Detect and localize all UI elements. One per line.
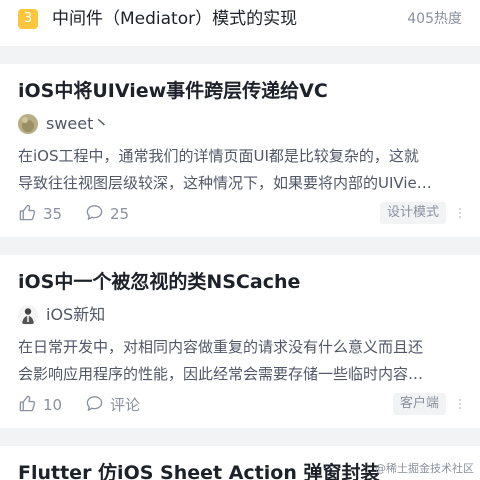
watermark: @稀土掘金技术社区 <box>375 462 474 475</box>
rank-badge: 3 <box>18 9 38 29</box>
like-button[interactable]: 10 <box>18 393 62 417</box>
like-count: 35 <box>43 205 63 223</box>
comment-count: 25 <box>110 205 130 223</box>
article-title[interactable]: iOS中一个被忽视的类NSCache <box>18 268 300 296</box>
like-button[interactable]: 35 <box>18 202 62 226</box>
more-vertical-icon[interactable] <box>456 206 464 222</box>
article-title[interactable]: iOS中将UIView事件跨层传递给VC <box>18 77 328 105</box>
article-card[interactable]: iOS中将UIView事件跨层传递给VC sweet丶 在iOS工程中，通常我们… <box>0 64 480 237</box>
avatar[interactable] <box>18 114 38 134</box>
thumbs-up-icon <box>18 203 37 226</box>
thumbs-up-icon <box>18 394 37 417</box>
like-count: 10 <box>43 396 63 414</box>
excerpt-line: 导致往往视图层级较深，这种情况下，如果要将内部的UIVie… <box>18 174 432 192</box>
excerpt-line: 会影响应用程序的性能，因此经常会需要存储一些临时内容… <box>18 365 424 383</box>
comment-bubble-icon <box>85 203 104 226</box>
comment-label: 评论 <box>110 396 141 414</box>
article-card[interactable]: iOS中一个被忽视的类NSCache iOS新知 在日常开发中，对相同内容做重复… <box>0 255 480 428</box>
comment-button[interactable]: 评论 <box>85 393 140 417</box>
article-tag[interactable]: 设计模式 <box>379 202 446 224</box>
article-actions: 10 评论 客户端 <box>18 393 464 417</box>
article-title[interactable]: Flutter 仿iOS Sheet Action 弹窗封装 <box>18 459 379 480</box>
author-info[interactable]: sweet丶 <box>18 112 109 136</box>
excerpt-line: 在日常开发中，对相同内容做重复的请求没有什么意义而且还 <box>18 338 424 356</box>
heat-count: 405热度 <box>407 11 462 27</box>
author-info[interactable]: iOS新知 <box>18 303 105 327</box>
excerpt-line: 在iOS工程中，通常我们的详情页面UI都是比较复杂的，这就 <box>18 147 419 165</box>
author-name[interactable]: sweet丶 <box>46 113 109 135</box>
comment-bubble-icon <box>85 394 104 417</box>
article-excerpt: 在日常开发中，对相同内容做重复的请求没有什么意义而且还 会影响应用程序的性能，因… <box>18 334 464 388</box>
article-actions: 35 25 设计模式 <box>18 202 464 226</box>
avatar[interactable] <box>18 305 38 325</box>
comment-button[interactable]: 25 <box>85 202 129 226</box>
article-excerpt: 在iOS工程中，通常我们的详情页面UI都是比较复杂的，这就 导致往往视图层级较深… <box>18 143 464 197</box>
ranking-title[interactable]: 中间件（Mediator）模式的实现 <box>52 6 297 32</box>
author-name[interactable]: iOS新知 <box>46 304 105 326</box>
article-tag[interactable]: 客户端 <box>392 393 446 415</box>
ranking-item[interactable]: 3 中间件（Mediator）模式的实现 405热度 <box>0 0 480 46</box>
more-vertical-icon[interactable] <box>456 397 464 413</box>
